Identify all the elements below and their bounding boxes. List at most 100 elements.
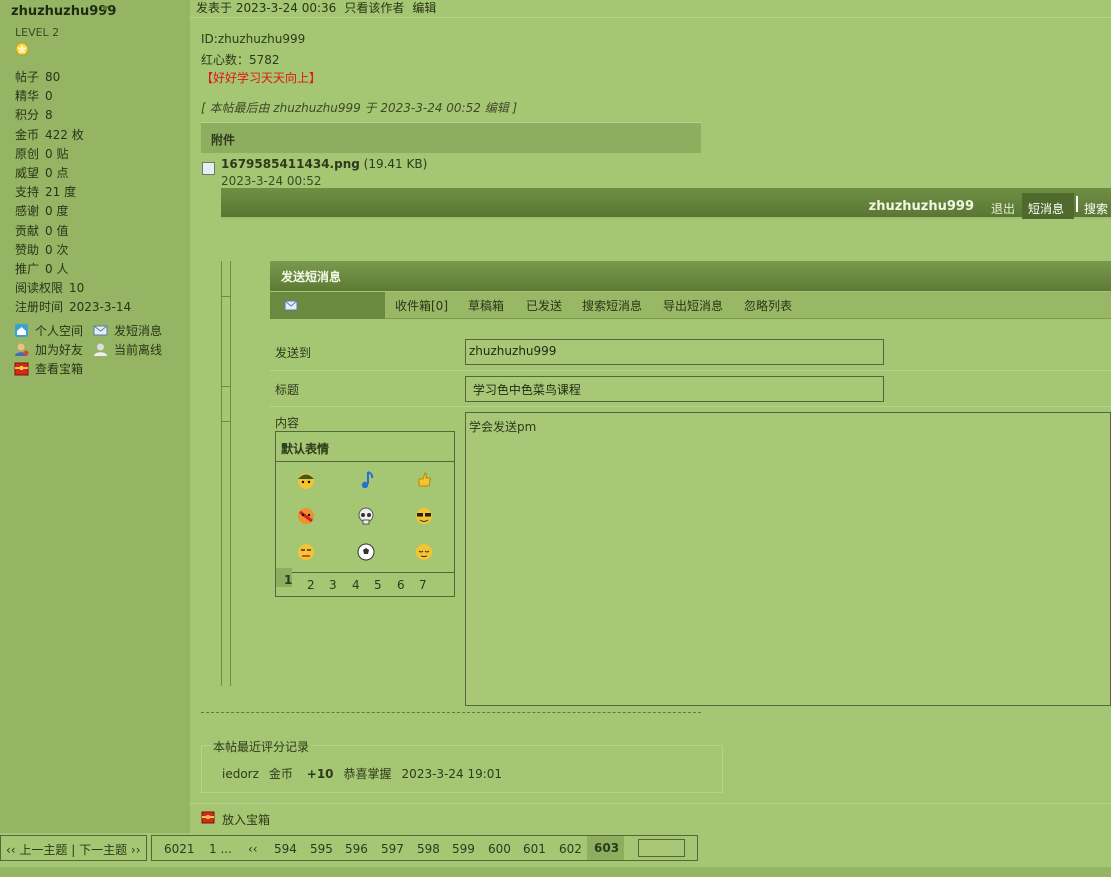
page-first[interactable]: 1 ... bbox=[209, 842, 232, 856]
stat-value: 0 人 bbox=[45, 262, 69, 276]
send-pm-link[interactable]: 发短消息 bbox=[93, 322, 162, 339]
thumbs-up-icon[interactable] bbox=[414, 470, 434, 490]
stat-row: 推广 0 人 bbox=[15, 260, 68, 277]
rating-currency: 金币 +10 bbox=[269, 767, 334, 781]
page-link[interactable]: 595 bbox=[310, 842, 333, 856]
smilies-title: 默认表情 bbox=[276, 432, 454, 462]
page-link[interactable]: 594 bbox=[274, 842, 297, 856]
page-link[interactable]: 600 bbox=[488, 842, 511, 856]
stat-value: 0 bbox=[45, 89, 53, 104]
page-link[interactable]: 596 bbox=[345, 842, 368, 856]
dashed-divider bbox=[201, 712, 701, 713]
bottom-divider bbox=[190, 803, 1111, 804]
stat-label: 注册时间 bbox=[15, 300, 64, 315]
user-offline-icon bbox=[94, 343, 107, 356]
stat-label: 金币 bbox=[15, 127, 40, 142]
only-author-link[interactable]: 只看该作者 bbox=[344, 1, 404, 15]
page-link[interactable]: 599 bbox=[452, 842, 475, 856]
tab-export-pm[interactable]: 导出短消息 bbox=[663, 297, 723, 314]
edit-link[interactable]: 编辑 bbox=[412, 1, 436, 15]
music-note-icon[interactable] bbox=[356, 470, 376, 490]
stat-row: 威望 0 点 bbox=[15, 164, 68, 181]
sleepy-smiley-icon[interactable] bbox=[414, 542, 434, 562]
pm-link[interactable]: 短消息 bbox=[1022, 193, 1074, 219]
attachment-file[interactable]: 1679585411434.png (19.41 KB) bbox=[221, 157, 427, 171]
attachment-size: (19.41 KB) bbox=[363, 157, 428, 171]
attachment-filename[interactable]: 1679585411434.png bbox=[221, 157, 360, 171]
stat-value: 0 点 bbox=[45, 166, 69, 180]
subject-field[interactable]: 学习色中色菜鸟课程 bbox=[465, 376, 884, 402]
tab-ignore-list[interactable]: 忽略列表 bbox=[744, 297, 792, 314]
stat-row: 积分 8 bbox=[15, 106, 53, 123]
stat-label: 精华 bbox=[15, 89, 40, 104]
stat-label: 贡献 bbox=[15, 223, 40, 238]
smilies-pager: 1 2 3 4 5 6 7 bbox=[276, 568, 454, 596]
smilies-page-3[interactable]: 3 bbox=[329, 578, 337, 592]
smilies-panel: 默认表情 1 2 3 4 5 6 7 bbox=[275, 431, 455, 597]
chevron-down-icon[interactable] bbox=[101, 6, 109, 11]
frame-tick bbox=[221, 421, 231, 422]
angry-cigar-smiley-icon[interactable] bbox=[296, 506, 316, 526]
logout-link[interactable]: 退出 bbox=[991, 200, 1015, 217]
stat-row: 帖子 80 bbox=[15, 68, 60, 85]
tab-inbox[interactable]: 收件箱[0] bbox=[395, 297, 448, 314]
stat-row: 原创 0 贴 bbox=[15, 145, 68, 162]
soccer-ball-icon[interactable] bbox=[356, 542, 376, 562]
stat-value: 80 bbox=[45, 70, 61, 84]
content-label: 内容 bbox=[275, 416, 300, 430]
page-link[interactable]: 601 bbox=[523, 842, 546, 856]
smilies-page-1[interactable]: 1 bbox=[276, 568, 293, 587]
stat-label: 威望 bbox=[15, 166, 40, 180]
to-field[interactable]: zhuzhuzhu999 bbox=[465, 339, 884, 365]
user-level: LEVEL 2 bbox=[15, 26, 60, 39]
pm-panel-title: 发送短消息 bbox=[270, 261, 1111, 291]
page-link[interactable]: 602 bbox=[559, 842, 582, 856]
page-link[interactable]: 597 bbox=[381, 842, 404, 856]
treasure-chest-icon bbox=[14, 362, 29, 376]
page-link[interactable]: 598 bbox=[417, 842, 440, 856]
rating-user[interactable]: iedorz bbox=[222, 767, 259, 781]
add-to-treasure-button[interactable]: 放入宝箱 bbox=[222, 811, 270, 828]
stat-label: 推广 bbox=[15, 262, 40, 276]
stat-row: 阅读权限 10 bbox=[15, 279, 84, 296]
add-friend-link[interactable]: 加为好友 bbox=[14, 341, 83, 358]
message-textarea[interactable]: 学会发送pm bbox=[465, 412, 1111, 706]
topbar-divider bbox=[1076, 196, 1078, 212]
stat-value: 422 枚 bbox=[45, 127, 84, 142]
profile-space-label: 个人空间 bbox=[35, 324, 84, 338]
stat-row: 贡献 0 值 bbox=[15, 222, 68, 239]
stat-label: 原创 bbox=[15, 146, 40, 161]
stat-value: 0 度 bbox=[45, 204, 69, 219]
subject-label: 标题 bbox=[275, 383, 300, 397]
signature-hearts: 红心数：5782 bbox=[201, 53, 280, 67]
stat-row: 支持 21 度 bbox=[15, 183, 76, 200]
prev-next-topic-links[interactable]: ‹‹ 上一主题 | 下一主题 ›› bbox=[6, 841, 141, 858]
stat-row: 感谢 0 度 bbox=[15, 202, 68, 219]
tab-drafts[interactable]: 草稿箱 bbox=[468, 297, 504, 314]
search-link[interactable]: 搜索 bbox=[1084, 200, 1108, 217]
profile-space-link[interactable]: 个人空间 bbox=[14, 322, 83, 339]
rating-currency-label: 金币 bbox=[268, 767, 293, 781]
page-prev[interactable]: ‹‹ bbox=[248, 842, 258, 856]
topbar-username[interactable]: zhuzhuzhu999 bbox=[869, 199, 974, 214]
stat-row: 精华 0 bbox=[15, 87, 53, 104]
smilies-page-7[interactable]: 7 bbox=[419, 578, 427, 592]
annoyed-smiley-icon[interactable] bbox=[296, 542, 316, 562]
tab-sent[interactable]: 已发送 bbox=[526, 297, 562, 314]
cool-sunglasses-smiley-icon[interactable] bbox=[414, 506, 434, 526]
smilies-page-4[interactable]: 4 bbox=[352, 578, 360, 592]
frame-border bbox=[221, 261, 231, 686]
page-jump-input[interactable] bbox=[638, 839, 685, 857]
signature-id: ID:zhuzhuzhu999 bbox=[201, 32, 306, 46]
smilies-page-2[interactable]: 2 bbox=[307, 578, 315, 592]
smilies-page-5[interactable]: 5 bbox=[374, 578, 382, 592]
pagination: 6021 1 ... ‹‹ 594 595 596 597 598 599 60… bbox=[151, 835, 698, 861]
stat-label: 帖子 bbox=[15, 70, 40, 84]
frame-tick bbox=[221, 296, 231, 297]
skull-icon[interactable] bbox=[356, 506, 376, 526]
tab-search-pm[interactable]: 搜索短消息 bbox=[582, 297, 642, 314]
smilies-page-6[interactable]: 6 bbox=[397, 578, 405, 592]
soldier-smiley-icon[interactable] bbox=[296, 470, 316, 490]
page-count: 6021 bbox=[164, 842, 195, 856]
view-treasure-link[interactable]: 查看宝箱 bbox=[14, 360, 83, 377]
